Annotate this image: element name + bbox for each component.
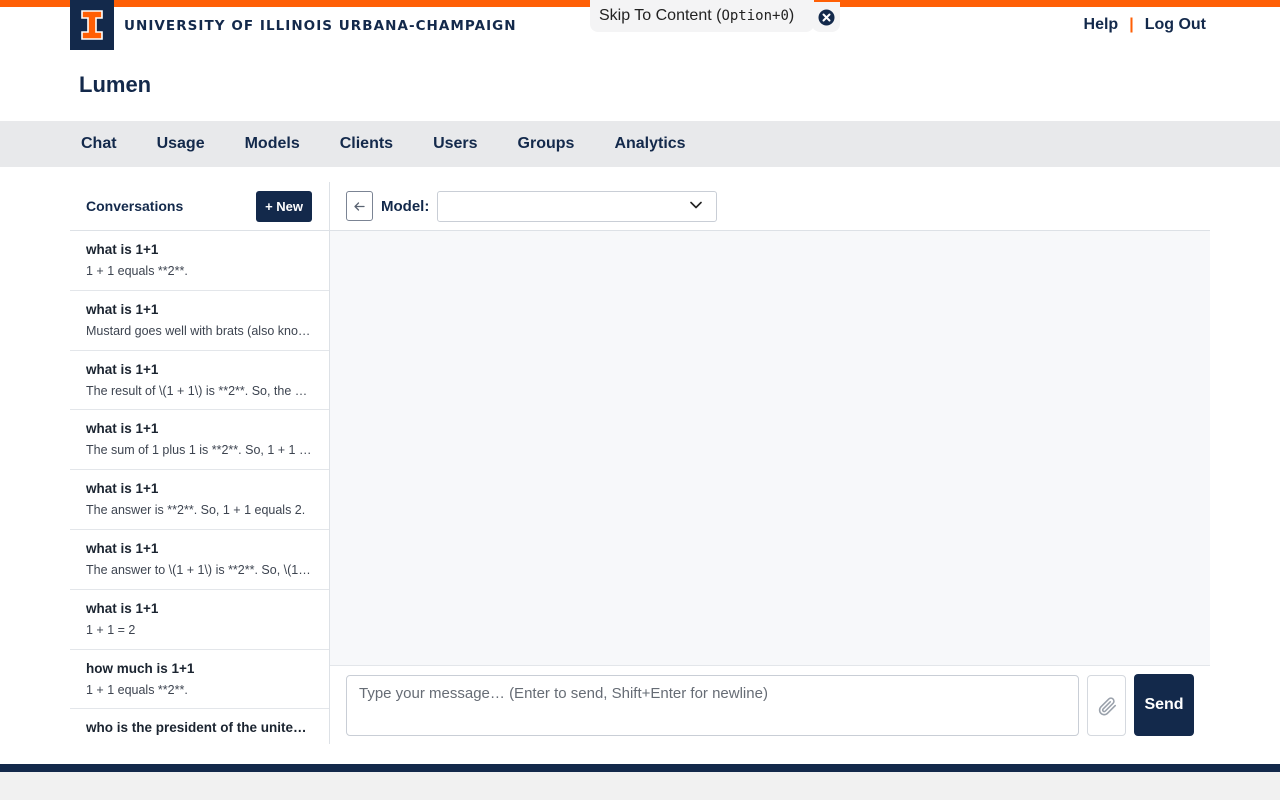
conversation-title: how much is 1+1: [86, 660, 195, 676]
message-area: [330, 231, 1210, 666]
message-input[interactable]: Type your message… (Enter to send, Shift…: [346, 675, 1079, 736]
skip-link-close-button[interactable]: [812, 2, 840, 32]
model-label: Model:: [381, 197, 430, 215]
skip-link-shortcut-wrap: (Option+0): [711, 7, 795, 24]
conversation-snippet: 1 + 1 equals **2**.: [86, 682, 188, 697]
conversation-snippet: The result of \(1 + 1\) is **2**. So, th…: [86, 383, 313, 398]
model-select[interactable]: [437, 190, 718, 222]
conversation-title: what is 1+1: [86, 301, 159, 317]
new-conversation-button[interactable]: + New: [256, 190, 312, 222]
close-circle-icon: [818, 9, 834, 25]
footer-navy-bar: [0, 764, 1280, 772]
university-name[interactable]: UNIVERSITY OF ILLINOIS URBANA-CHAMPAIGN: [124, 18, 517, 34]
attach-file-button[interactable]: [1087, 675, 1126, 736]
send-button[interactable]: Send: [1134, 674, 1194, 736]
conversation-title: what is 1+1: [86, 481, 159, 497]
conversation-title: what is 1+1: [86, 361, 159, 377]
block-i-icon: [81, 10, 103, 40]
conversation-title: what is 1+1: [86, 421, 159, 437]
conversation-item[interactable]: what is 1+1 Mustard goes well with brats…: [70, 291, 329, 351]
collapse-sidebar-button[interactable]: [346, 191, 373, 221]
conversation-title: what is 1+1: [86, 540, 159, 556]
model-toolbar: Model:: [330, 182, 1210, 231]
main-nav: Chat Usage Models Clients Users Groups A…: [0, 121, 1280, 167]
logout-link[interactable]: Log Out: [1145, 16, 1206, 34]
conversation-title: what is 1+1: [86, 242, 159, 257]
conversation-snippet: [86, 740, 313, 744]
nav-users[interactable]: Users: [413, 135, 497, 153]
utility-separator: |: [1129, 16, 1134, 33]
skip-to-content-link[interactable]: Skip To Content (Option+0): [590, 0, 814, 32]
nav-groups[interactable]: Groups: [498, 135, 595, 153]
nav-usage[interactable]: Usage: [137, 135, 225, 153]
conversation-item[interactable]: who is the president of the united state…: [70, 709, 329, 744]
chat-panel: Model: Type your message… (Enter to send…: [330, 182, 1210, 744]
conversation-item[interactable]: what is 1+1 The answer is **2**. So, 1 +…: [70, 470, 329, 530]
nav-clients[interactable]: Clients: [320, 135, 413, 153]
conversations-sidebar: Conversations + New what is 1+1 1 + 1 eq…: [70, 182, 330, 744]
help-link[interactable]: Help: [1084, 16, 1119, 34]
conversation-item[interactable]: what is 1+1 1 + 1 = 2: [70, 590, 329, 650]
sidebar-header: Conversations + New: [70, 182, 329, 231]
skip-link-shortcut: Option+0: [721, 8, 789, 24]
paperclip-icon: [1098, 696, 1116, 715]
conversation-item[interactable]: what is 1+1 The answer to \(1 + 1\) is *…: [70, 530, 329, 590]
sidebar-title: Conversations: [86, 198, 184, 214]
utility-nav: Help | Log Out: [1084, 16, 1206, 34]
chevron-down-icon: [690, 201, 703, 208]
app-title[interactable]: Lumen: [79, 72, 151, 98]
footer: [0, 772, 1280, 800]
nav-models[interactable]: Models: [225, 135, 320, 153]
skip-link-label: Skip To Content: [599, 7, 712, 24]
arrow-left-icon: [354, 201, 365, 211]
conversation-snippet: 1 + 1 equals **2**.: [86, 264, 188, 278]
nav-analytics[interactable]: Analytics: [594, 135, 705, 153]
conversation-snippet: Mustard goes well with brats (also known…: [86, 323, 313, 338]
conversation-snippet: The answer to \(1 + 1\) is **2**. So, \(…: [86, 562, 313, 577]
conversation-snippet: 1 + 1 = 2: [86, 622, 136, 637]
conversation-item[interactable]: what is 1+1 The result of \(1 + 1\) is *…: [70, 351, 329, 411]
block-i-logo[interactable]: [70, 0, 114, 50]
conversation-snippet: The answer is **2**. So, 1 + 1 equals 2.: [86, 503, 306, 518]
conversation-item[interactable]: what is 1+1 The sum of 1 plus 1 is **2**…: [70, 410, 329, 471]
conversation-item[interactable]: how much is 1+1 1 + 1 equals **2**.: [70, 650, 329, 710]
nav-chat[interactable]: Chat: [61, 135, 137, 153]
conversation-title: what is 1+1: [86, 600, 159, 616]
conversation-title: who is the president of the united state…: [86, 720, 313, 736]
conversation-snippet: The sum of 1 plus 1 is **2**. So, 1 + 1 …: [86, 443, 313, 458]
conversation-item[interactable]: what is 1+1 1 + 1 equals **2**.: [70, 231, 329, 291]
